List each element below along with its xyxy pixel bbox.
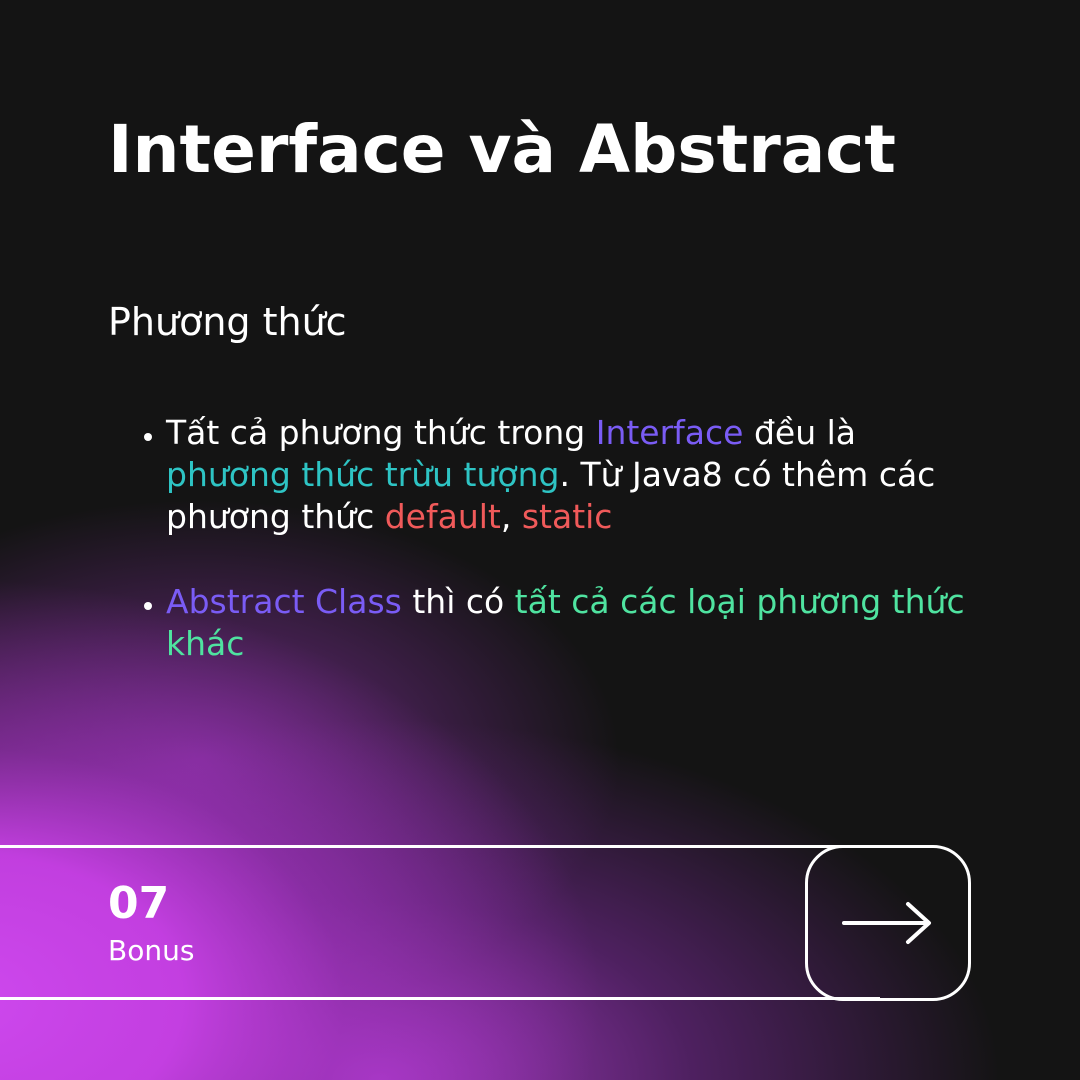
bullet-item-abstract-class: Abstract Class thì có tất cả các loại ph…: [166, 581, 986, 665]
bullet-text: ,: [500, 497, 522, 536]
highlight-abstract-method: phương thức trừu tượng: [166, 455, 560, 494]
bullet-text: đều là: [743, 413, 857, 452]
bullet-list: Tất cả phương thức trong Interface đều l…: [128, 412, 986, 708]
highlight-default: default: [384, 497, 501, 536]
highlight-interface: Interface: [595, 413, 744, 452]
page-number: 07: [108, 878, 170, 929]
highlight-static: static: [521, 497, 613, 536]
page-label: Bonus: [108, 934, 195, 967]
arrow-right-icon: [842, 902, 931, 944]
bullet-text: thì có: [401, 582, 515, 621]
highlight-abstract-class: Abstract Class: [166, 582, 402, 621]
footer-bar-bottom-line: [0, 997, 880, 1000]
section-subtitle: Phương thức: [108, 300, 347, 344]
next-button[interactable]: [805, 845, 971, 1001]
footer-bar-top-line: [0, 845, 880, 848]
bullet-text: Tất cả phương thức trong: [166, 413, 596, 452]
page-title: Interface và Abstract: [108, 111, 896, 188]
bullet-item-interface: Tất cả phương thức trong Interface đều l…: [166, 412, 986, 538]
